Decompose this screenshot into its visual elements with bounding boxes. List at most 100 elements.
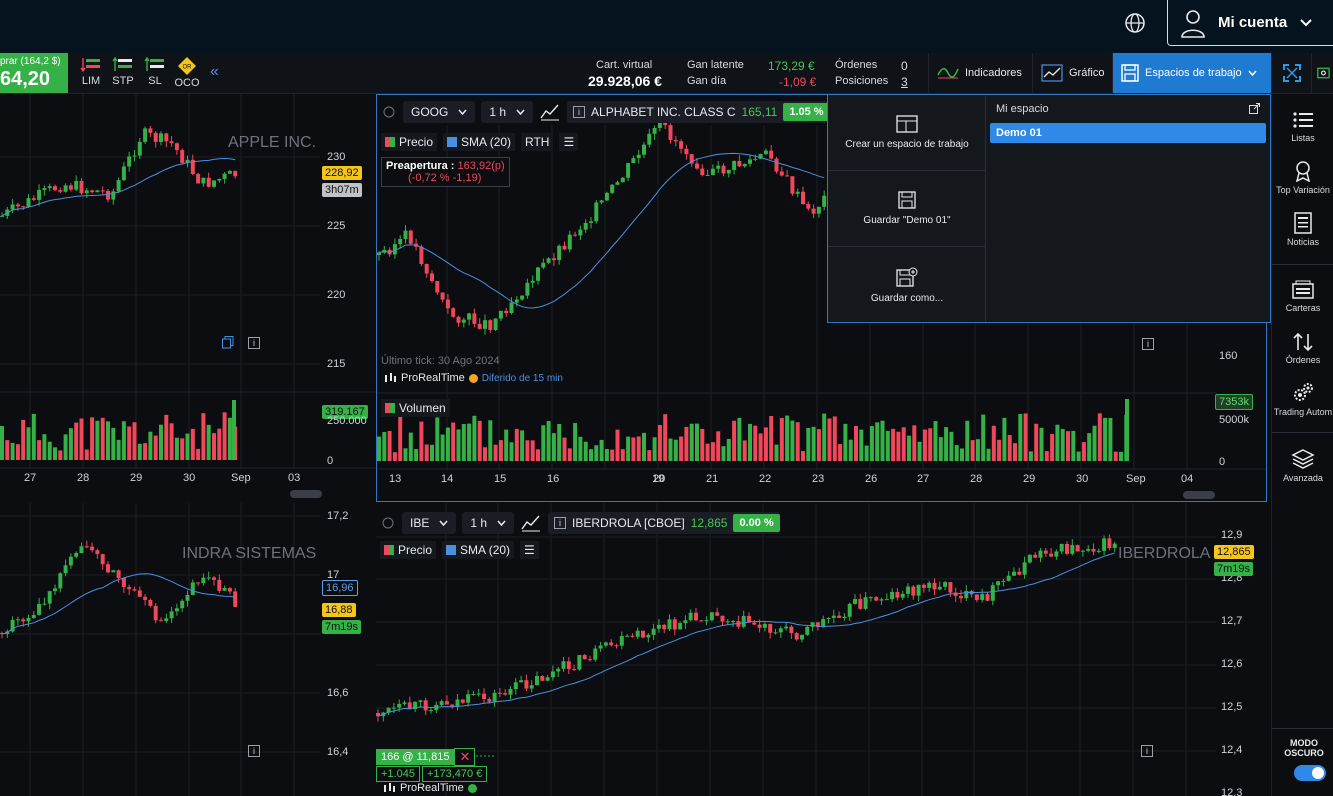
globe-icon[interactable] [1124,12,1146,34]
ibe-symbol-select[interactable]: IBE [402,512,457,534]
goog-volume-bar [917,441,922,461]
ibe-tick-12-4: 12,4 [1221,744,1243,756]
goog-legend-rth[interactable]: RTH [521,133,554,151]
positions-count-value[interactable]: 3 [901,75,908,89]
indra-candle [84,546,89,548]
goog-volume-label: Volumen [399,401,446,415]
sidebar-item-avanzada[interactable]: Avanzada [1272,448,1333,483]
sidebar-item-carteras[interactable]: Carteras [1272,280,1333,313]
goog-volume-bar [440,434,445,461]
sidebar-item-noticias[interactable]: Noticias [1272,212,1333,247]
indra-chart-panel[interactable]: INDRA SISTEMAS 17,2 17 16,6 16,4 16,96 1… [0,503,376,796]
goog-candle [461,319,466,323]
apple-date-03: 03 [288,472,301,484]
close-icon[interactable]: ✕ [454,748,476,766]
info-icon[interactable]: i [573,106,586,118]
goog-symbol-select[interactable]: GOOG [403,101,476,123]
apple-chart-panel[interactable]: APPLE INC. 230 225 220 215 228,92 3h07m … [0,94,376,502]
chart-type-icon[interactable] [520,513,542,533]
info-icon[interactable]: i [554,517,567,529]
dark-mode-toggle[interactable] [1294,765,1326,781]
goog-interval-select[interactable]: 1 h [481,101,534,123]
goog-volume-bar [541,425,546,461]
list-icon[interactable]: ☰ [559,133,579,151]
goog-candle [774,158,779,172]
order-oco-button[interactable]: OR OCO [173,57,201,89]
indra-candle [222,588,227,591]
ibe-candle [460,699,465,703]
ibe-candle [1027,554,1032,563]
info-icon[interactable]: i [1142,338,1154,350]
ibe-candle [614,645,619,647]
fullscreen-button[interactable] [1271,53,1311,93]
drag-handle-icon[interactable] [381,103,397,121]
chart-type-icon[interactable] [539,102,561,122]
goog-volume-bar [461,424,466,461]
indicators-button[interactable]: Indicadores [928,53,1030,93]
info-icon[interactable]: i [1141,745,1153,757]
info-icon[interactable]: i [248,337,260,349]
order-stp-button[interactable]: STP [109,57,137,87]
indra-candle [137,590,142,597]
info-icon[interactable]: i [248,745,260,757]
ibe-candle [911,586,916,596]
goog-volume-bar [716,431,721,461]
sidebar-item-ordenes[interactable]: Órdenes [1272,332,1333,365]
copy-icon[interactable] [222,336,234,349]
cash-button[interactable] [1311,53,1333,93]
goog-volume-bar [774,444,779,461]
workspace-item-demo-01[interactable]: Demo 01 [990,123,1266,143]
ibe-position-box[interactable]: 166 @ 11,815 ✕ [376,748,476,766]
ibe-title-box[interactable]: i IBERDROLA [CBOE] 12,865 0.00 % [548,512,780,534]
goog-volume-legend-item[interactable]: Volumen [381,399,450,417]
apple-price-chart[interactable] [0,94,376,502]
account-menu[interactable]: Mi cuenta [1167,0,1333,46]
save-workspace-button[interactable]: Guardar "Demo 01" [828,171,986,247]
sidebar-item-listas[interactable]: Listas [1272,110,1333,143]
sidebar-item-trading-automatico[interactable]: Trading Autom [1272,382,1333,417]
goog-volume-bar [848,439,853,461]
save-as-workspace-label: Guardar como... [870,292,944,304]
goog-volume-bar [864,445,869,461]
goog-volume-bar [721,446,726,461]
collapse-orders-button[interactable]: « [210,63,219,81]
goog-legend-price[interactable]: Precio [381,133,438,151]
goog-volume-bar [445,427,450,461]
apple-volume-bar [127,426,132,460]
sidebar-item-top-variacion[interactable]: Top Variación [1272,160,1333,195]
drag-handle-icon[interactable] [380,514,396,532]
goog-date-15: 15 [494,473,507,485]
external-link-icon[interactable] [1249,103,1260,114]
goog-volume-bar [594,445,599,461]
chart-button[interactable]: Gráfico [1032,53,1112,93]
goog-volume-bar [705,443,710,461]
indra-watermark: INDRA SISTEMAS [182,545,317,562]
ibe-title: IBERDROLA [CBOE] [572,516,685,530]
list-icon[interactable]: ☰ [520,541,539,559]
ibe-interval-select[interactable]: 1 h [462,512,515,534]
goog-candle [748,159,752,164]
apple-candle [63,185,68,192]
chevron-down-icon [1248,70,1257,76]
goog-legend-sma[interactable]: SMA (20) [443,133,516,151]
goog-date-28: 28 [970,473,983,485]
workspaces-button[interactable]: Espacios de trabajo [1112,53,1271,93]
apple-candle [201,177,206,184]
apple-scrollbar[interactable] [290,490,322,498]
save-as-workspace-button[interactable]: Guardar como... [828,247,986,323]
orders-count-value[interactable]: 0 [901,59,908,73]
goog-title-box[interactable]: i ALPHABET INC. CLASS C 165,11 1.05 % [567,101,830,123]
create-workspace-button[interactable]: Crear un espacio de trabajo [828,95,986,171]
order-lim-button[interactable]: LIM [77,57,105,87]
ibe-candle [985,594,990,601]
goog-volume-bar [477,420,482,461]
ibe-chart-panel[interactable]: IBE 1 h i IBERDROLA [CBOE] 12,865 0.00 %… [376,503,1271,796]
buy-button[interactable]: prar (164,2 $) 64,20 [0,53,68,93]
apple-candle [196,173,201,184]
ibe-legend-sma[interactable]: SMA (20) [442,541,515,559]
ibe-candle [656,624,661,629]
preopen-change: (-0,72 % -1,19) [408,172,482,184]
goog-scrollbar[interactable] [1183,491,1215,499]
order-sl-button[interactable]: SL [141,57,169,87]
ibe-legend-price[interactable]: Precio [380,541,437,559]
